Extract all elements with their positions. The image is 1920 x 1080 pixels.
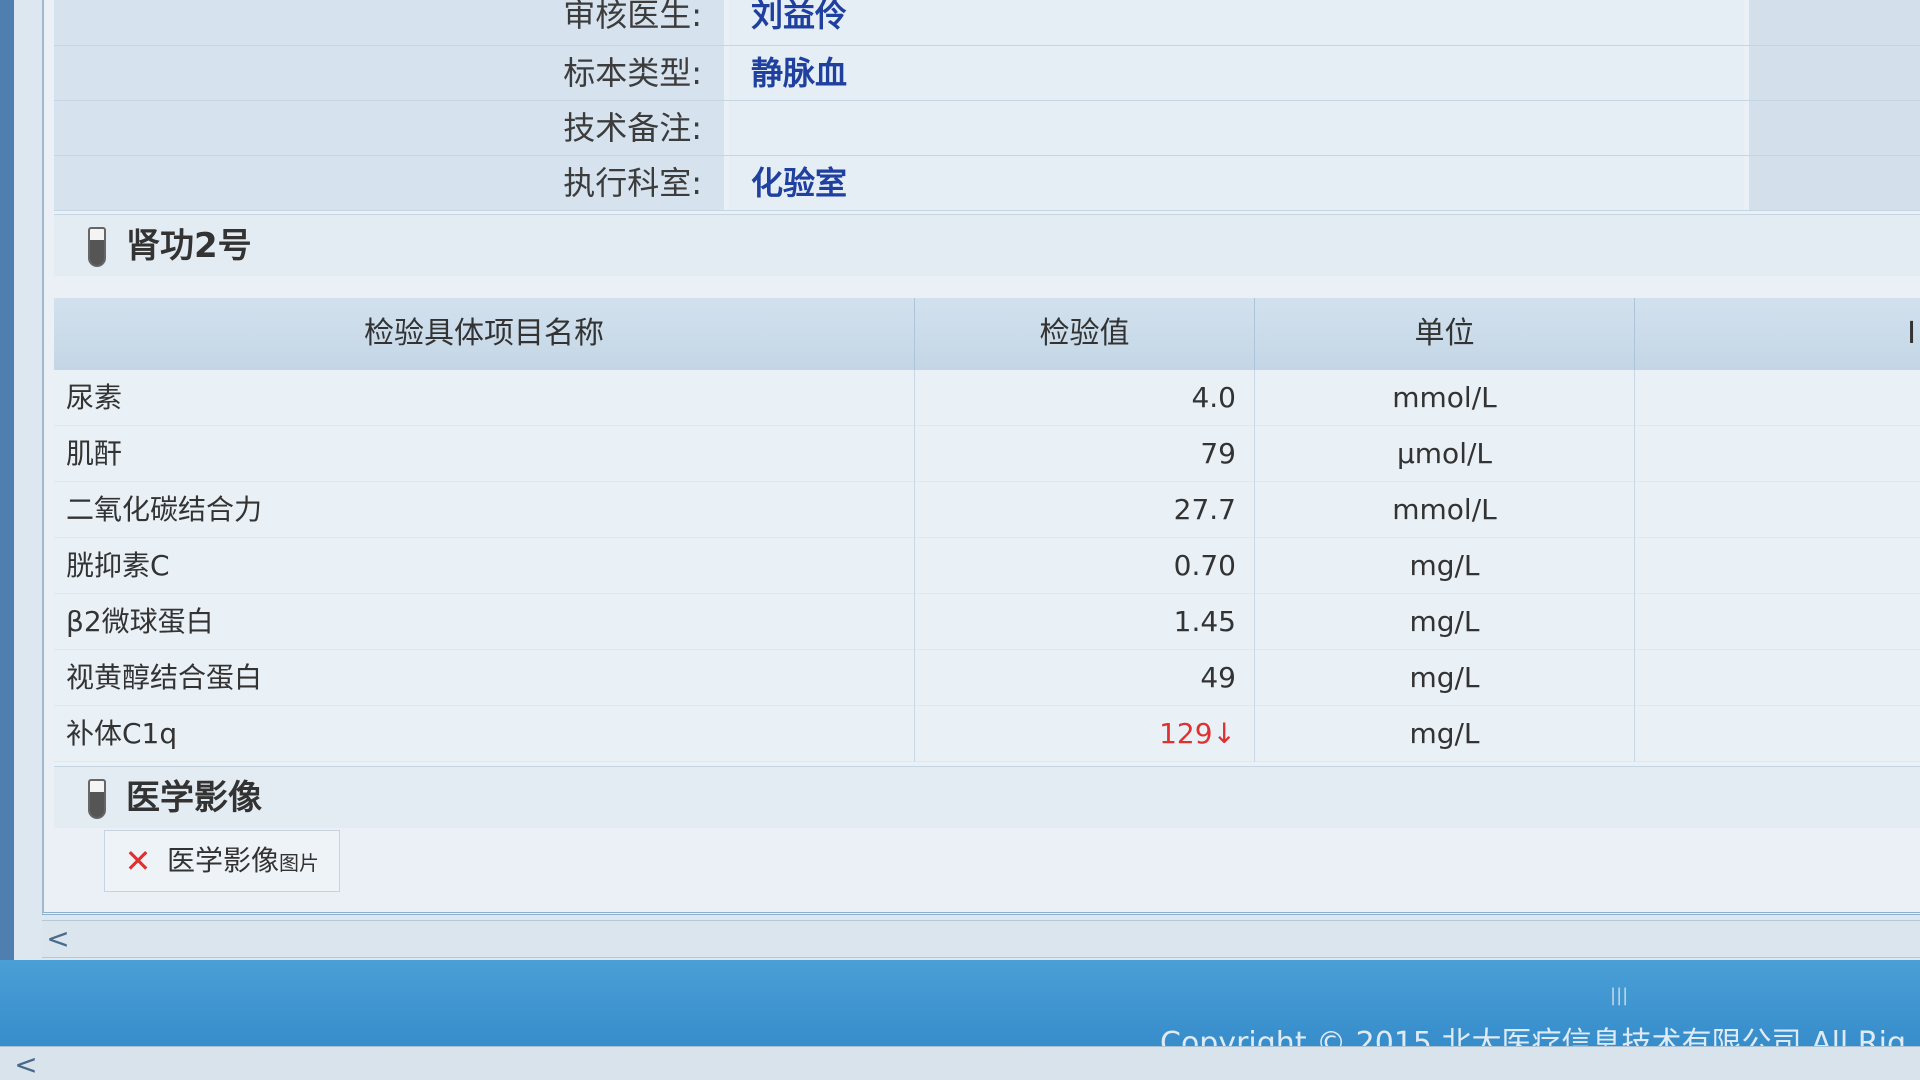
item-unit: mg/L [1254,594,1634,650]
info-row-department: 执行科室: 化验室 [54,156,1920,211]
chevron-left-icon[interactable]: < [42,921,74,957]
item-value: 27.7 [914,482,1254,538]
item-value: 0.70 [914,538,1254,594]
item-unit: mmol/L [1254,370,1634,426]
table-header: 检验具体项目名称 检验值 单位 I [54,298,1920,370]
item-name: 补体C1q [66,717,178,750]
test-tube-icon [88,779,106,819]
item-extra [1634,706,1920,762]
section-header-imaging: 医学影像 [54,766,1920,828]
section-header-kidney: 肾功2号 [54,214,1920,276]
info-extra-cell [1749,101,1920,155]
table-row[interactable]: 尿素 4.0 mmol/L [54,370,1920,426]
item-name: 二氧化碳结合力 [66,493,263,526]
column-header-unit[interactable]: 单位 [1254,298,1634,370]
section-title: 肾功2号 [126,226,252,266]
horizontal-scrollbar[interactable]: < [42,920,1920,958]
info-value: 化验室 [729,156,1744,210]
table-row[interactable]: 补体C1q 129↓ mg/L [54,706,1920,762]
broken-image-x-icon: ✕ [124,842,152,880]
item-extra [1634,538,1920,594]
results-table: 检验具体项目名称 检验值 单位 I 尿素 4.0 mmol/L 肌酐 79 μm… [54,298,1920,770]
item-value: 1.45 [914,594,1254,650]
bottom-scrollbar[interactable]: < [0,1046,1920,1080]
info-label: 执行科室: [54,156,724,210]
item-extra [1634,650,1920,706]
info-extra-cell [1749,156,1920,210]
column-header-name[interactable]: 检验具体项目名称 [54,298,914,370]
item-unit: mg/L [1254,650,1634,706]
table-row[interactable]: β2微球蛋白 1.45 mg/L [54,594,1920,650]
item-unit: μmol/L [1254,426,1634,482]
test-tube-icon [88,227,106,267]
table-body: 尿素 4.0 mmol/L 肌酐 79 μmol/L 二氧化碳结合力 27.7 … [54,370,1920,762]
section-title: 医学影像 [126,778,262,818]
item-extra [1634,426,1920,482]
scroll-grip-icon[interactable]: ||| [1610,985,1628,1006]
column-header-extra[interactable]: I [1634,298,1920,370]
info-row-specimen: 标本类型: 静脉血 [54,46,1920,101]
table-row[interactable]: 视黄醇结合蛋白 49 mg/L [54,650,1920,706]
table-row[interactable]: 肌酐 79 μmol/L [54,426,1920,482]
info-row-reviewer: 审核医生: 刘益伶 [54,0,1920,46]
item-unit: mg/L [1254,538,1634,594]
info-extra-cell [1749,0,1920,45]
item-unit: mmol/L [1254,482,1634,538]
info-row-tech-note: 技术备注: [54,101,1920,156]
report-panel: 审核医生: 刘益伶 标本类型: 静脉血 技术备注: 执行科室: 化验室 肾功2号… [42,0,1920,915]
item-name: β2微球蛋白 [66,605,214,638]
info-label: 技术备注: [54,101,724,155]
report-info: 审核医生: 刘益伶 标本类型: 静脉血 技术备注: 执行科室: 化验室 [54,0,1920,211]
info-value: 静脉血 [729,46,1744,100]
info-label: 标本类型: [54,46,724,100]
item-value: 4.0 [914,370,1254,426]
image-label: 医学影像 [167,844,280,877]
item-extra [1634,594,1920,650]
column-header-value[interactable]: 检验值 [914,298,1254,370]
info-value: 刘益伶 [729,0,1744,45]
info-extra-cell [1749,46,1920,100]
item-name: 胱抑素C [66,549,170,582]
item-name: 肌酐 [66,437,123,470]
item-extra [1634,482,1920,538]
item-value-abnormal: 129↓ [914,706,1254,762]
window-frame: 审核医生: 刘益伶 标本类型: 静脉血 技术备注: 执行科室: 化验室 肾功2号… [14,0,1920,1080]
info-label: 审核医生: [54,0,724,45]
image-label-suffix: 图片 [279,851,320,875]
chevron-left-icon[interactable]: < [10,1047,42,1080]
item-value: 79 [914,426,1254,482]
table-row[interactable]: 胱抑素C 0.70 mg/L [54,538,1920,594]
item-unit: mg/L [1254,706,1634,762]
info-value [729,101,1744,155]
item-extra [1634,370,1920,426]
table-row[interactable]: 二氧化碳结合力 27.7 mmol/L [54,482,1920,538]
item-value: 49 [914,650,1254,706]
medical-image-item[interactable]: ✕ 医学影像图片 [104,830,340,892]
item-name: 视黄醇结合蛋白 [66,661,263,694]
item-name: 尿素 [66,381,123,414]
